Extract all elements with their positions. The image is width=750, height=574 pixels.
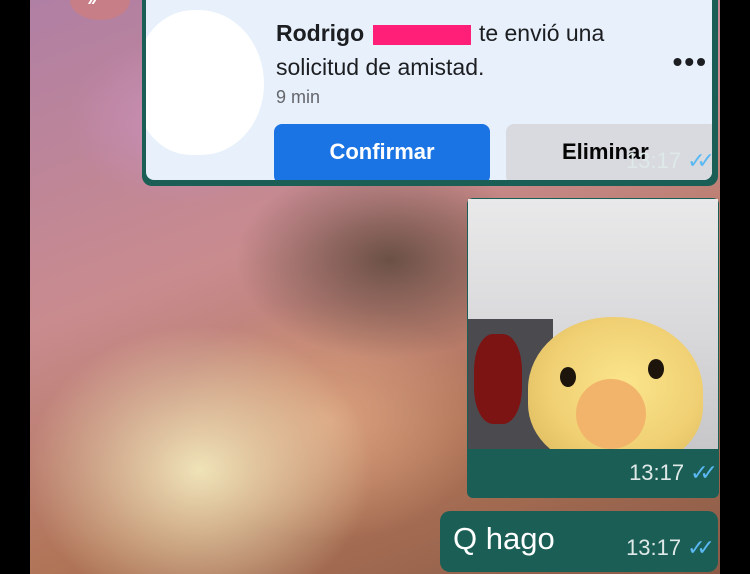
photo-message-meta: 13:17 ✓✓ xyxy=(629,460,718,486)
text-message-meta: 13:17 ✓✓ xyxy=(626,535,715,561)
screenshot-message-meta: 13:17 ✓✓ xyxy=(626,148,715,174)
message-time: 13:17 xyxy=(626,535,682,560)
message-time: 13:17 xyxy=(626,148,682,173)
request-time: 9 min xyxy=(276,87,321,107)
photo-message-bubble[interactable]: 13:17 ✓✓ xyxy=(467,198,719,498)
scribbled-avatar xyxy=(146,10,264,155)
right-black-bar xyxy=(720,0,750,574)
duckling-eye-right xyxy=(648,359,664,379)
duckling-beak xyxy=(576,379,646,449)
left-black-bar xyxy=(0,0,30,574)
requester-name: Rodrigo xyxy=(276,20,365,46)
photo-red-flower xyxy=(474,334,522,424)
confirm-button: Confirmar xyxy=(274,124,490,180)
read-ticks-icon: ✓✓ xyxy=(690,460,718,485)
message-text: Q hago xyxy=(453,521,555,556)
redaction-scribble xyxy=(372,24,471,45)
friend-request-text: Rodrigo te envió una solicitud de amista… xyxy=(276,16,696,84)
duckling-eye-left xyxy=(560,367,576,387)
more-options-icon: ••• xyxy=(672,46,708,77)
request-message-part1: te envió una xyxy=(478,20,605,46)
screenshot-message-bubble[interactable]: Rodrigo te envió una solicitud de amista… xyxy=(142,0,718,186)
message-time: 13:17 xyxy=(629,460,685,485)
avatar-initials: ⁄⁄ xyxy=(92,0,99,10)
duckling-photo[interactable] xyxy=(468,199,718,449)
request-message-part2: solicitud de amistad. xyxy=(276,54,485,80)
read-ticks-icon: ✓✓ xyxy=(687,535,715,560)
text-message-bubble[interactable]: Q hago 13:17 ✓✓ xyxy=(440,511,718,572)
read-ticks-icon: ✓✓ xyxy=(687,148,715,173)
